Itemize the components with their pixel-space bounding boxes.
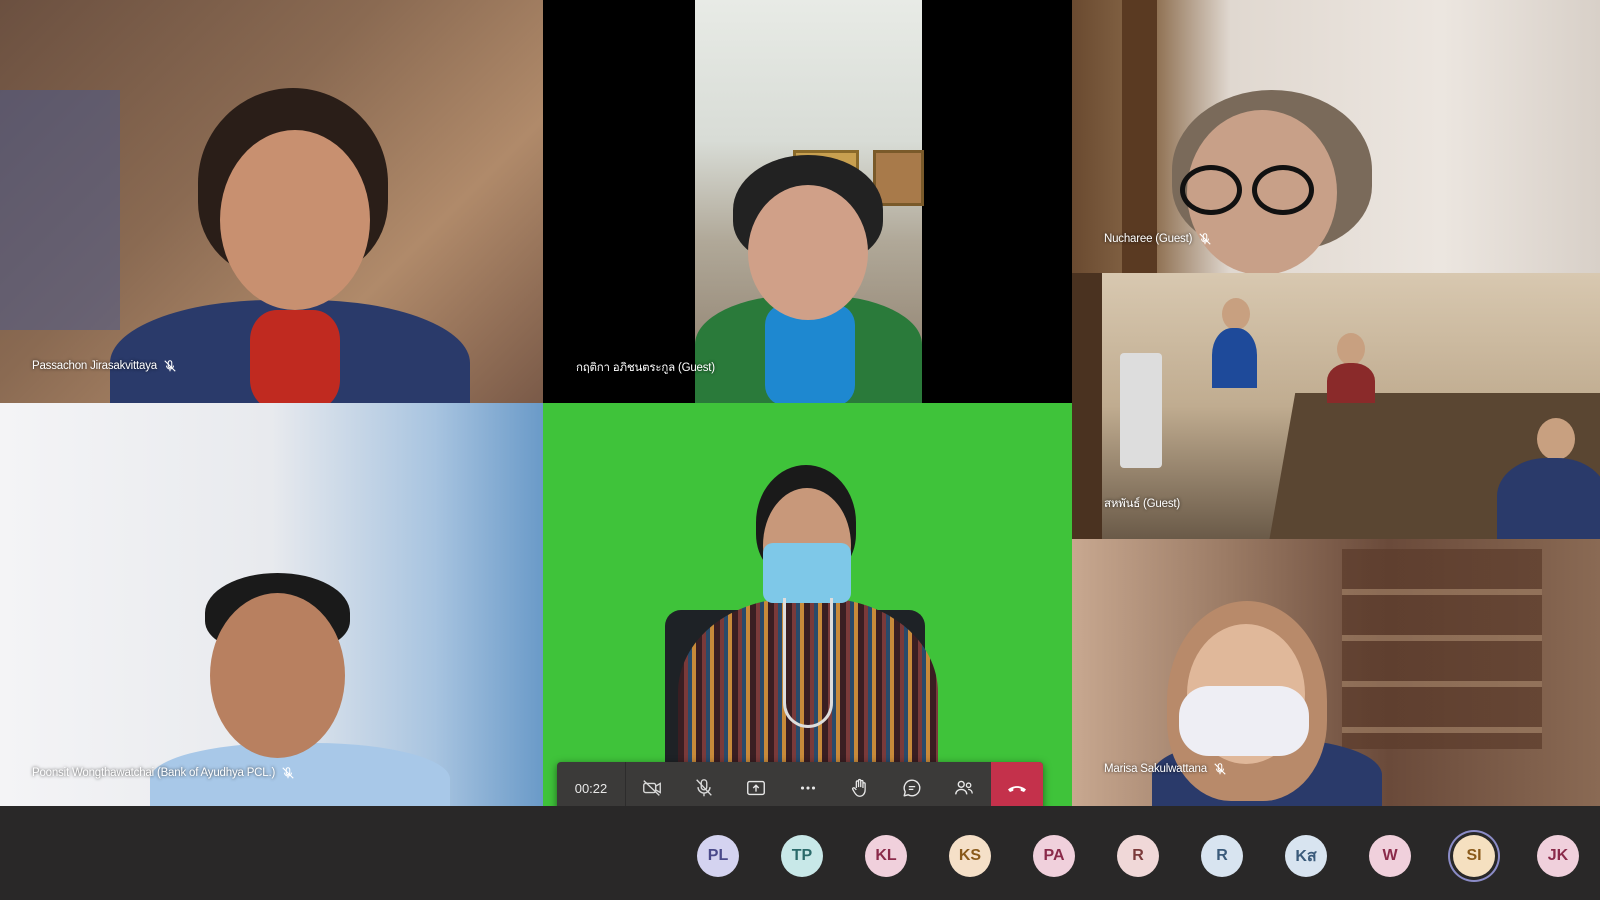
camera-off-icon xyxy=(643,780,661,796)
mic-off-icon xyxy=(164,360,176,372)
participant-avatar[interactable]: TP xyxy=(781,835,823,877)
mic-off-icon xyxy=(696,779,712,797)
participant-avatar[interactable]: Kส xyxy=(1285,835,1327,877)
mic-off-icon xyxy=(282,767,294,779)
participant-name: Passachon Jirasakvittaya xyxy=(32,359,177,373)
video-tile-poonsit[interactable]: Poonsit Wongthawatchai (Bank of Ayudhya … xyxy=(0,403,543,806)
video-grid: Passachon Jirasakvittaya กฤติกา อภิชนตระ… xyxy=(0,0,1600,806)
participant-name: Marisa Sakulwattana xyxy=(1104,762,1227,776)
participant-avatar[interactable]: R xyxy=(1117,835,1159,877)
participants-icon xyxy=(955,780,973,795)
video-tile-center[interactable] xyxy=(543,403,1072,806)
participant-name: สหพันธ์ (Guest) xyxy=(1104,498,1180,510)
participant-avatar[interactable]: W xyxy=(1369,835,1411,877)
video-tile-krittika[interactable]: กฤติกา อภิชนตระกูล (Guest) xyxy=(543,0,1072,403)
mic-off-icon xyxy=(1199,233,1211,245)
video-tile-sahaphan[interactable]: สหพันธ์ (Guest) xyxy=(1072,273,1600,539)
participant-avatar[interactable]: SI xyxy=(1453,835,1495,877)
participant-avatar[interactable]: PA xyxy=(1033,835,1075,877)
share-screen-icon xyxy=(747,780,765,796)
participant-avatar[interactable]: KS xyxy=(949,835,991,877)
participant-avatar[interactable]: PL xyxy=(697,835,739,877)
video-tile-marisa[interactable]: Marisa Sakulwattana xyxy=(1072,539,1600,806)
video-tile-passachon[interactable]: Passachon Jirasakvittaya xyxy=(0,0,543,403)
hang-up-icon xyxy=(1008,786,1026,792)
participant-name: กฤติกา อภิชนตระกูล (Guest) xyxy=(576,362,715,374)
mic-off-icon xyxy=(1214,763,1226,775)
participant-name: Nucharee (Guest) xyxy=(1104,232,1212,246)
participant-avatar[interactable]: JK xyxy=(1537,835,1579,877)
more-icon xyxy=(800,786,816,790)
participant-avatar[interactable]: KL xyxy=(865,835,907,877)
participant-avatar[interactable]: R xyxy=(1201,835,1243,877)
chat-icon xyxy=(903,779,921,797)
raise-hand-icon xyxy=(852,778,866,797)
video-tile-nucharee[interactable]: Nucharee (Guest) xyxy=(1072,0,1600,273)
participant-name: Poonsit Wongthawatchai (Bank of Ayudhya … xyxy=(32,766,295,780)
